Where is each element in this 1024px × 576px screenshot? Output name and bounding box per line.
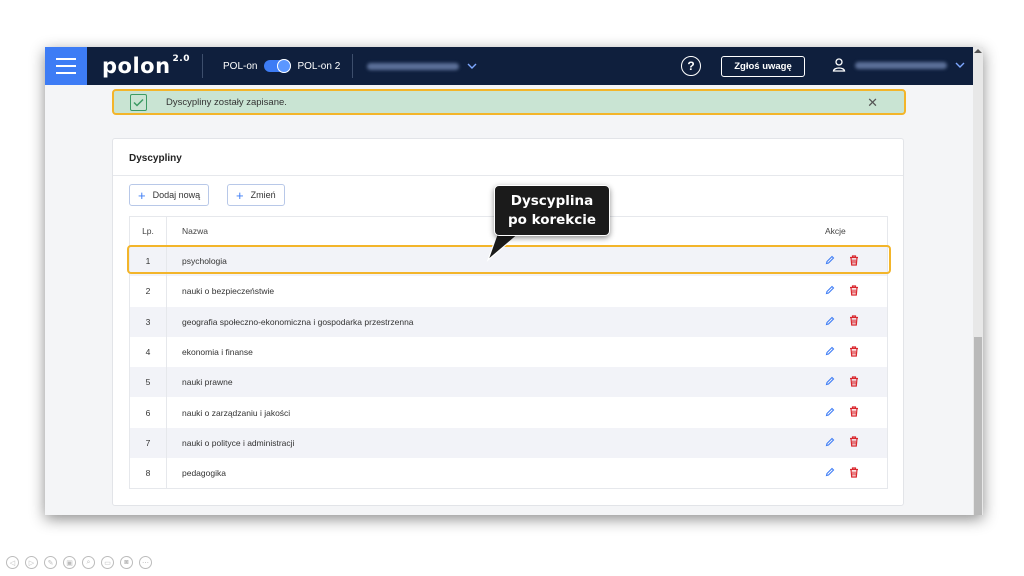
more-options-icon[interactable]: ⋯	[139, 556, 152, 569]
slides-icon[interactable]: ▣	[63, 556, 76, 569]
row-actions	[811, 255, 887, 268]
trash-icon[interactable]	[849, 376, 859, 389]
row-actions	[811, 406, 887, 419]
header-divider-2	[352, 54, 354, 78]
camera-icon[interactable]: ◙	[120, 556, 133, 569]
chevron-down-icon	[955, 60, 965, 71]
previous-slide-icon[interactable]: ◁	[6, 556, 19, 569]
discipline-name: nauki prawne	[182, 377, 233, 388]
toggle-left-label: POL-on	[223, 60, 258, 72]
discipline-name: nauki o polityce i administracji	[182, 437, 295, 448]
table-row: 7 nauki o polityce i administracji	[130, 427, 887, 459]
table-row: 6 nauki o zarządzaniu i jakości	[130, 397, 887, 428]
add-new-label: Dodaj nową	[152, 190, 201, 200]
header-lp: Lp.	[130, 217, 167, 245]
card-title: Dyscypliny	[129, 153, 182, 164]
row-actions	[811, 436, 887, 449]
user-menu[interactable]	[831, 57, 965, 73]
plus-icon: +	[138, 187, 146, 203]
trash-icon[interactable]	[849, 406, 859, 419]
change-button[interactable]: + Zmień	[227, 184, 285, 206]
table-row: 8 pedagogika	[130, 458, 887, 489]
row-number: 3	[130, 306, 167, 337]
system-version-toggle: POL-on POL-on 2	[223, 59, 341, 73]
header-actions: Akcje	[825, 226, 846, 236]
discipline-name: nauki o bezpieczeństwie	[182, 286, 275, 297]
pencil-icon[interactable]	[825, 346, 835, 358]
vertical-scrollbar[interactable]	[973, 47, 983, 515]
pencil-icon[interactable]	[825, 285, 835, 297]
help-icon[interactable]: ?	[681, 56, 701, 76]
pencil-icon[interactable]	[825, 316, 835, 328]
pencil-icon[interactable]	[825, 467, 835, 479]
pencil-icon[interactable]	[825, 255, 835, 267]
row-actions	[811, 315, 887, 328]
trash-icon[interactable]	[849, 315, 859, 328]
polon-logo[interactable]: polon 2.0	[102, 54, 190, 78]
row-number: 4	[130, 336, 167, 368]
pencil-icon[interactable]	[825, 407, 835, 419]
row-actions	[811, 467, 887, 480]
discipline-name: geografia społeczno-ekonomiczna i gospod…	[182, 316, 414, 327]
annotation-callout: Dyscyplina po korekcie	[494, 185, 610, 236]
alert-message: Dyscypliny zostały zapisane.	[166, 96, 287, 108]
hamburger-menu-button[interactable]	[45, 47, 87, 85]
scrollbar-thumb[interactable]	[974, 337, 982, 515]
row-actions	[811, 285, 887, 298]
subtitles-icon[interactable]: ▭	[101, 556, 114, 569]
next-slide-icon[interactable]: ▷	[25, 556, 38, 569]
report-feedback-button[interactable]: Zgłoś uwagę	[721, 56, 805, 77]
callout-line-2: po korekcie	[507, 212, 597, 228]
close-icon[interactable]: ✕	[867, 95, 878, 111]
pencil-icon[interactable]	[825, 437, 835, 449]
table-body: 1 psychologia 2 nauki o bezpieczeństwie 3 geo…	[130, 246, 887, 489]
discipline-name: nauki o zarządzaniu i jakości	[182, 407, 291, 418]
discipline-name: ekonomia i finanse	[182, 347, 253, 358]
discipline-name: pedagogika	[182, 468, 226, 479]
header-divider	[202, 54, 203, 78]
row-number: 2	[130, 276, 167, 307]
callout-line-1: Dyscyplina	[510, 193, 594, 209]
pencil-icon[interactable]	[825, 376, 835, 388]
trash-icon[interactable]	[849, 255, 859, 268]
user-name-redacted	[855, 61, 947, 69]
institution-name-redacted	[367, 62, 460, 70]
logo-text: polon	[102, 54, 171, 78]
top-navigation-bar: polon 2.0 POL-on POL-on 2 ? Zgłoś uwagę	[45, 47, 973, 85]
app-window: polon 2.0 POL-on POL-on 2 ? Zgłoś uwagę	[45, 47, 983, 515]
trash-icon[interactable]	[849, 436, 859, 449]
table-row: 2 nauki o bezpieczeństwie	[130, 276, 887, 307]
table-row: 4 ekonomia i finanse	[130, 336, 887, 368]
pen-icon[interactable]: ✎	[44, 556, 57, 569]
table-row: 5 nauki prawne	[130, 367, 887, 398]
logo-version: 2.0	[172, 54, 190, 64]
scroll-up-arrow-icon[interactable]	[974, 49, 982, 53]
table-row: 3 geografia społeczno-ekonomiczna i gospo…	[130, 306, 887, 337]
plus-icon: +	[236, 187, 244, 203]
trash-icon[interactable]	[849, 345, 859, 359]
row-actions	[811, 376, 887, 389]
row-number: 1	[130, 246, 167, 277]
add-new-button[interactable]: + Dodaj nową	[129, 184, 210, 206]
row-actions	[811, 345, 887, 359]
institution-selector[interactable]	[367, 61, 477, 72]
row-number: 7	[130, 427, 167, 459]
trash-icon[interactable]	[849, 467, 859, 480]
version-switch[interactable]	[264, 59, 292, 73]
success-alert: Dyscypliny zostały zapisane. ✕	[112, 89, 906, 115]
presentation-controls: ◁ ▷ ✎ ▣ ⌕ ▭ ◙ ⋯	[6, 556, 152, 569]
chevron-down-icon	[467, 61, 477, 72]
zoom-icon[interactable]: ⌕	[82, 556, 95, 569]
toggle-right-label: POL-on 2	[297, 60, 341, 72]
row-number: 6	[130, 397, 167, 428]
row-number: 5	[130, 367, 167, 398]
check-icon	[130, 93, 147, 111]
user-icon	[831, 57, 847, 73]
card-divider	[113, 175, 903, 176]
row-number: 8	[130, 458, 167, 489]
change-label: Zmień	[250, 190, 276, 200]
trash-icon[interactable]	[849, 285, 859, 298]
